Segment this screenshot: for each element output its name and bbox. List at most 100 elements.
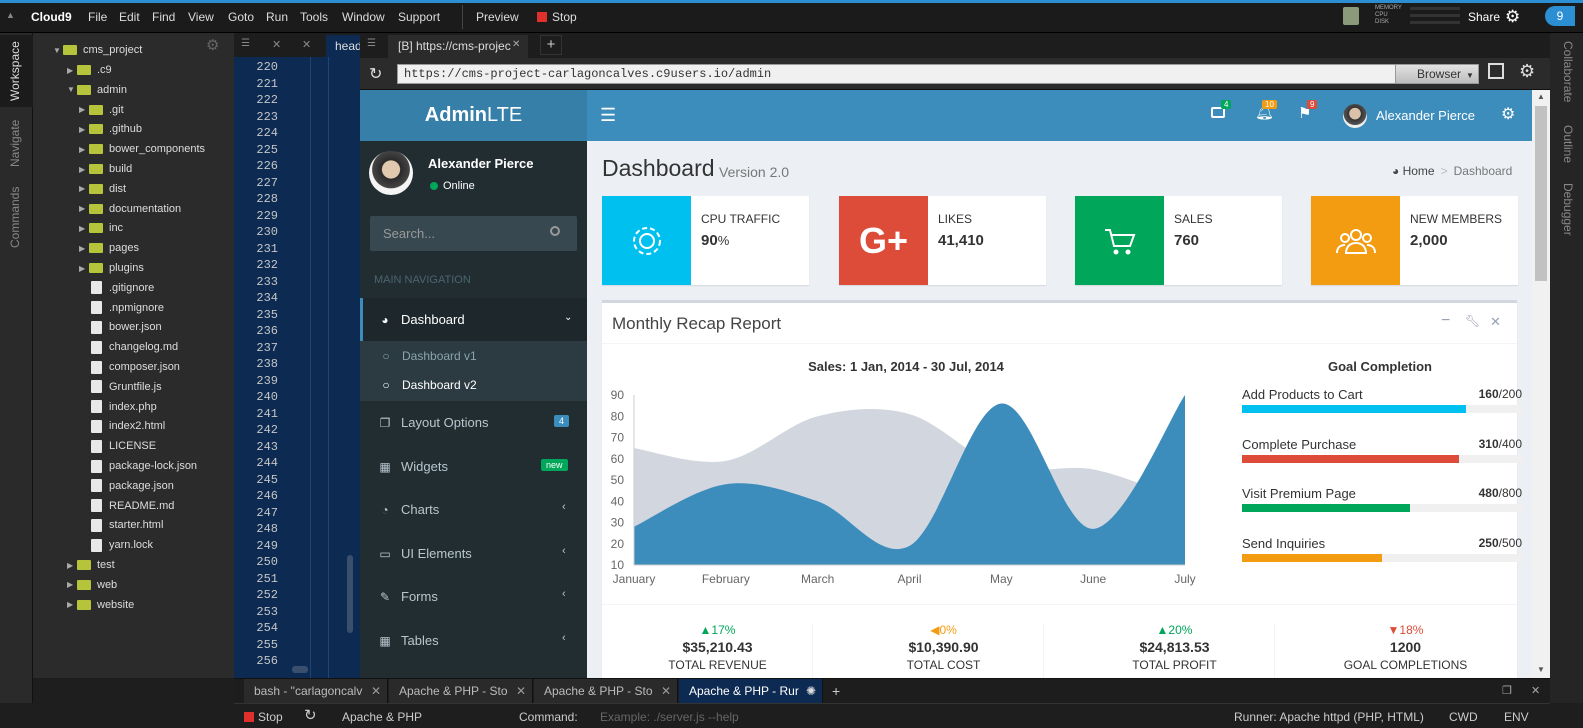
- maximize-icon[interactable]: ❐: [1502, 684, 1512, 697]
- runner-select[interactable]: Runner: Apache httpd (PHP, HTML): [1234, 710, 1424, 724]
- collapse-arrow-icon[interactable]: ▶: [67, 66, 77, 75]
- browser-tab[interactable]: [B] https://cms-projec: [388, 35, 528, 58]
- menu-goto[interactable]: Goto: [228, 10, 254, 24]
- sidebar-search[interactable]: Search...: [370, 216, 577, 251]
- sidebar-item-dashboard-v2[interactable]: ○ Dashboard v2: [360, 367, 587, 403]
- tree-file[interactable]: package-lock.json: [79, 457, 197, 475]
- workspace-tab[interactable]: Workspace: [8, 41, 22, 101]
- tree-file[interactable]: package.json: [79, 477, 174, 495]
- tree-file[interactable]: index2.html: [79, 417, 165, 435]
- collapse-arrow-icon[interactable]: ▶: [79, 165, 89, 174]
- scroll-down-icon[interactable]: ▼: [1537, 665, 1545, 674]
- tree-folder[interactable]: ▶ dist: [79, 180, 126, 198]
- menu-run[interactable]: Run: [266, 10, 288, 24]
- restart-icon[interactable]: ↻: [304, 706, 317, 724]
- terminal-tab-apache-1[interactable]: Apache & PHP - Sto ✕: [389, 679, 533, 704]
- tree-root[interactable]: ▼ cms_project: [53, 41, 142, 59]
- collapse-arrow-icon[interactable]: ▶: [79, 244, 89, 253]
- browser-scrollbar[interactable]: ▲ ▼: [1532, 90, 1550, 678]
- collapse-icon[interactable]: −: [1441, 312, 1450, 330]
- search-icon[interactable]: [550, 226, 560, 236]
- settings-gear-icon[interactable]: ⚙: [1505, 7, 1520, 27]
- tab-menu-icon[interactable]: ☰: [367, 38, 376, 49]
- sidebar-item-forms[interactable]: ✎ Forms ‹: [360, 575, 587, 618]
- control-sidebar-gears-icon[interactable]: ⚙: [1501, 104, 1515, 124]
- scroll-up-icon[interactable]: ▲: [1537, 92, 1545, 101]
- add-tab-icon[interactable]: +: [540, 35, 562, 55]
- collapse-arrow-icon[interactable]: ▶: [79, 105, 89, 114]
- sidebar-search-input[interactable]: Search...: [383, 226, 435, 241]
- menu-find[interactable]: Find: [152, 10, 175, 24]
- editor-hscrollbar[interactable]: [292, 666, 308, 673]
- collapse-arrow-icon[interactable]: ▶: [79, 204, 89, 213]
- tree-settings-gear-icon[interactable]: ⚙: [206, 36, 219, 54]
- share-button[interactable]: Share: [1468, 10, 1500, 24]
- tree-folder[interactable]: ▶ .github: [79, 120, 142, 138]
- avatar[interactable]: [1343, 104, 1367, 128]
- close-panel-icon[interactable]: ✕: [1531, 684, 1540, 697]
- tree-file[interactable]: .npmignore: [79, 299, 164, 317]
- tree-file[interactable]: index.php: [79, 398, 157, 416]
- tree-folder[interactable]: ▶ pages: [79, 239, 139, 257]
- adminlte-logo[interactable]: AdminLTE: [360, 90, 587, 141]
- editor-scrollbar[interactable]: [347, 555, 353, 633]
- collapse-arrow-icon[interactable]: ▶: [67, 561, 77, 570]
- code-editor[interactable]: ☰ ✕ ✕ head 220 221 222 223 224 225 226 227 228 22…: [234, 33, 360, 678]
- close-icon[interactable]: ✕: [1490, 314, 1501, 330]
- command-input[interactable]: Example: ./server.js --help: [600, 710, 739, 724]
- menu-tools[interactable]: Tools: [300, 10, 328, 24]
- runner-stop-button[interactable]: Stop: [258, 710, 283, 724]
- tree-file[interactable]: starter.html: [79, 516, 163, 534]
- runner-name[interactable]: Apache & PHP: [342, 710, 422, 724]
- tree-folder[interactable]: ▶ web: [67, 576, 117, 594]
- tree-folder[interactable]: ▶ test: [67, 556, 115, 574]
- sidebar-item-ui-elements[interactable]: ▭ UI Elements ‹: [360, 532, 587, 575]
- collapse-arrow-icon[interactable]: ▶: [79, 184, 89, 193]
- tree-folder[interactable]: ▶ .c9: [67, 61, 112, 79]
- debugger-tab[interactable]: Debugger: [1561, 183, 1575, 236]
- add-terminal-icon[interactable]: +: [832, 683, 840, 699]
- outline-tab[interactable]: Outline: [1561, 125, 1575, 163]
- tree-file[interactable]: changelog.md: [79, 338, 178, 356]
- scroll-thumb[interactable]: [1535, 106, 1547, 281]
- refresh-icon[interactable]: ↻: [369, 64, 382, 84]
- sidebar-item-widgets[interactable]: ▦ Widgets new: [360, 445, 587, 488]
- preview-button[interactable]: Preview: [476, 10, 519, 24]
- stop-button[interactable]: Stop: [552, 10, 577, 24]
- browser-select[interactable]: Browser ▼: [1395, 64, 1479, 84]
- c9-notification-icon[interactable]: 9: [1545, 6, 1575, 26]
- tree-file[interactable]: composer.json: [79, 358, 180, 376]
- close-tab-icon-2[interactable]: ✕: [302, 38, 311, 51]
- tree-file[interactable]: Gruntfile.js: [79, 378, 162, 396]
- menu-edit[interactable]: Edit: [119, 10, 140, 24]
- sidebar-item-tables[interactable]: ▦ Tables ‹: [360, 619, 587, 662]
- tab-head[interactable]: head: [326, 35, 360, 57]
- terminal-tab-bash[interactable]: bash - "carlagoncalv ✕: [244, 679, 388, 704]
- browser-settings-gear-icon[interactable]: ⚙: [1519, 61, 1535, 82]
- tree-folder[interactable]: ▶ plugins: [79, 259, 144, 277]
- tree-file[interactable]: .gitignore: [79, 279, 154, 297]
- collaborator-avatar[interactable]: [1343, 7, 1359, 25]
- breadcrumb-home[interactable]: Home: [1403, 164, 1435, 178]
- tree-folder[interactable]: ▶ documentation: [79, 200, 181, 218]
- tab-menu-icon[interactable]: ☰: [241, 38, 250, 49]
- collapse-arrow-icon[interactable]: ▶: [67, 580, 77, 589]
- terminal-tab-apache-running[interactable]: Apache & PHP - Rur ✺: [679, 679, 823, 704]
- collapse-arrow-icon[interactable]: ▶: [79, 264, 89, 273]
- sidebar-item-layout-options[interactable]: ❐ Layout Options 4: [360, 401, 587, 444]
- popout-icon[interactable]: [1488, 63, 1504, 79]
- env-button[interactable]: ENV: [1504, 710, 1529, 724]
- close-tab-icon[interactable]: ✕: [512, 39, 520, 50]
- collapse-arrow-icon[interactable]: ▶: [79, 145, 89, 154]
- url-input[interactable]: https://cms-project-carlagoncalves.c9use…: [397, 64, 1397, 84]
- tree-file[interactable]: LICENSE: [79, 437, 156, 455]
- commands-tab[interactable]: Commands: [8, 187, 22, 248]
- sidebar-toggle-icon[interactable]: ☰: [600, 105, 616, 126]
- menu-window[interactable]: Window: [342, 10, 385, 24]
- collapse-arrow-icon[interactable]: ▶: [67, 600, 77, 609]
- collaborate-tab[interactable]: Collaborate: [1561, 41, 1575, 102]
- terminal-tab-apache-2[interactable]: Apache & PHP - Sto ✕: [534, 679, 678, 704]
- sidebar-item-charts[interactable]: ◔ Charts ‹: [360, 488, 587, 531]
- tree-folder[interactable]: ▶ inc: [79, 219, 123, 237]
- tree-folder[interactable]: ▶ build: [79, 160, 132, 178]
